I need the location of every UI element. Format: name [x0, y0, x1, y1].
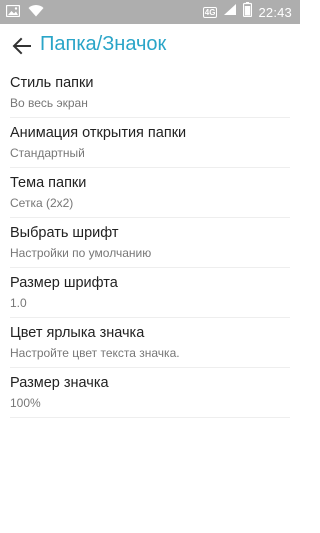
setting-summary: Во весь экран	[10, 96, 88, 110]
setting-choose-font[interactable]: Выбрать шрифт Настройки по умолчанию	[10, 218, 290, 268]
setting-summary: Сетка (2x2)	[10, 196, 74, 210]
setting-title: Тема папки	[10, 175, 87, 191]
setting-summary: Настройте цвет текста значка.	[10, 346, 180, 360]
image-notification-icon	[5, 4, 21, 22]
status-clock: 22:43	[258, 4, 292, 20]
battery-icon	[243, 2, 253, 22]
status-left-icons	[5, 4, 44, 22]
setting-summary: Настройки по умолчанию	[10, 246, 152, 260]
setting-folder-theme[interactable]: Тема папки Сетка (2x2)	[10, 168, 290, 218]
network-badge: 4G	[202, 6, 218, 18]
back-button[interactable]	[10, 34, 34, 58]
setting-summary: 100%	[10, 396, 41, 410]
setting-title: Выбрать шрифт	[10, 225, 119, 241]
setting-icon-label-color[interactable]: Цвет ярлыка значка Настройте цвет текста…	[10, 318, 290, 368]
setting-title: Размер шрифта	[10, 275, 118, 291]
setting-title: Цвет ярлыка значка	[10, 325, 145, 341]
settings-list: Стиль папки Во весь экран Анимация откры…	[10, 68, 290, 418]
setting-summary: 1.0	[10, 296, 27, 310]
status-right-icons: 4G 22:43	[202, 2, 292, 22]
setting-folder-open-animation[interactable]: Анимация открытия папки Стандартный	[10, 118, 290, 168]
setting-title: Анимация открытия папки	[10, 125, 187, 141]
app-bar: Папка/Значок	[0, 24, 300, 68]
setting-summary: Стандартный	[10, 146, 85, 160]
setting-icon-size[interactable]: Размер значка 100%	[10, 368, 290, 418]
sim-signal-icon	[223, 3, 237, 21]
arrow-left-icon	[12, 37, 31, 55]
setting-title: Стиль папки	[10, 75, 94, 91]
status-bar: 4G 22:43	[0, 0, 300, 24]
setting-folder-style[interactable]: Стиль папки Во весь экран	[10, 68, 290, 118]
setting-title: Размер значка	[10, 375, 109, 391]
setting-font-size[interactable]: Размер шрифта 1.0	[10, 268, 290, 318]
page-title: Папка/Значок	[40, 33, 167, 55]
wifi-icon	[28, 4, 44, 22]
